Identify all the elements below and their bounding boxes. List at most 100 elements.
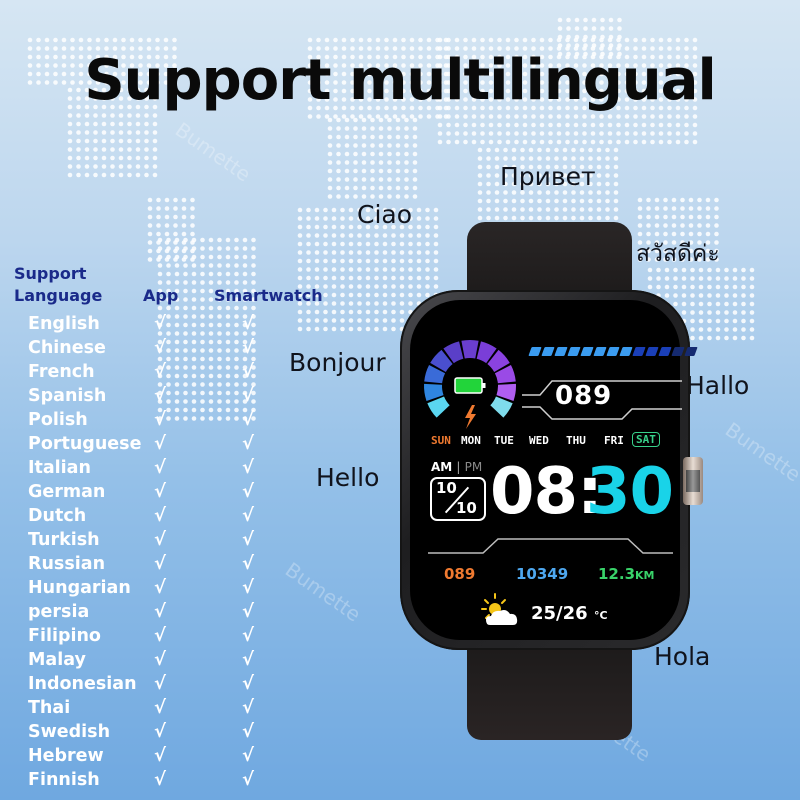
language-row: Hebrew √ √ xyxy=(28,744,288,768)
map-dot xyxy=(582,114,587,119)
map-dot xyxy=(663,197,668,203)
map-dot xyxy=(340,216,345,221)
map-dot xyxy=(556,37,562,43)
map-dot xyxy=(505,114,511,119)
map-dot xyxy=(93,113,98,118)
map-dot xyxy=(596,164,602,170)
map-dot xyxy=(641,114,647,119)
map-dot xyxy=(565,122,570,128)
map-dot xyxy=(156,214,161,220)
map-dot xyxy=(425,267,430,272)
map-dot xyxy=(579,215,585,221)
map-dot xyxy=(331,224,337,230)
map-dot xyxy=(336,143,341,148)
map-dot xyxy=(418,114,423,119)
greeting-italian: Ciao xyxy=(357,200,413,229)
map-dot xyxy=(715,276,721,281)
map-dot xyxy=(331,318,337,323)
map-dot xyxy=(374,241,379,247)
map-dot xyxy=(174,271,180,277)
map-dot xyxy=(408,267,413,272)
map-dot xyxy=(183,237,188,243)
app-check-icon: √ xyxy=(154,529,167,550)
map-dot xyxy=(477,190,483,195)
map-dot xyxy=(426,114,432,119)
map-dot xyxy=(190,231,195,237)
map-dot xyxy=(395,168,401,174)
map-dot xyxy=(600,26,605,31)
map-dot xyxy=(556,114,562,119)
map-dot xyxy=(173,231,178,237)
map-dot xyxy=(503,215,508,221)
map-dot xyxy=(348,207,354,213)
map-dot xyxy=(358,114,364,119)
map-dot xyxy=(110,147,115,152)
map-dot xyxy=(297,318,303,323)
map-dot xyxy=(692,139,698,145)
map-dot xyxy=(306,258,311,264)
map-dot xyxy=(327,168,333,174)
map-dot xyxy=(365,233,371,238)
map-dot xyxy=(365,284,371,289)
language-name: persia xyxy=(28,602,90,622)
map-dot xyxy=(173,197,178,203)
map-dot xyxy=(327,185,333,191)
map-dot xyxy=(613,207,619,212)
map-dot xyxy=(101,130,107,135)
map-dot xyxy=(374,301,379,306)
heart-rate-value: 089 xyxy=(444,565,476,583)
map-dot xyxy=(416,241,422,247)
map-dot xyxy=(658,37,664,43)
partly-sunny-icon xyxy=(481,593,518,625)
map-dot xyxy=(617,34,622,40)
map-dot xyxy=(554,156,559,161)
map-dot xyxy=(327,194,333,199)
map-dot xyxy=(327,134,333,140)
map-dot xyxy=(101,121,107,127)
map-dot xyxy=(433,284,439,289)
map-dot xyxy=(732,335,738,341)
map-dot xyxy=(494,164,500,170)
map-dot xyxy=(412,168,418,174)
map-dot xyxy=(658,139,664,145)
map-dot xyxy=(382,301,388,306)
map-dot xyxy=(613,164,619,170)
map-dot xyxy=(382,258,388,264)
map-dot xyxy=(600,34,605,40)
map-dot xyxy=(641,37,647,43)
map-dot xyxy=(582,122,587,128)
map-dot xyxy=(698,301,704,307)
map-dot xyxy=(425,275,430,281)
language-name: Filipino xyxy=(28,626,101,646)
map-dot xyxy=(340,207,345,213)
map-dot xyxy=(608,17,614,23)
map-dot xyxy=(251,271,256,277)
map-dot xyxy=(348,275,354,281)
map-dot xyxy=(418,37,423,43)
map-dot xyxy=(637,214,643,220)
map-dot xyxy=(522,114,528,119)
language-row: Italian √ √ xyxy=(28,456,288,480)
map-dot xyxy=(391,326,396,332)
map-dot xyxy=(152,130,158,135)
map-dot xyxy=(684,131,689,136)
map-dot xyxy=(314,241,320,247)
map-dot xyxy=(656,284,661,290)
map-dot xyxy=(365,267,371,272)
map-dot xyxy=(605,190,610,195)
map-dot xyxy=(344,126,350,131)
language-row: Chinese √ √ xyxy=(28,336,288,360)
map-dot xyxy=(152,121,158,127)
map-dot xyxy=(331,309,337,315)
map-dot xyxy=(616,139,621,145)
app-check-icon: √ xyxy=(154,553,167,574)
map-dot xyxy=(156,231,161,237)
map-dot xyxy=(671,214,677,220)
gauge-segment xyxy=(461,340,479,359)
language-name: Malay xyxy=(28,650,86,670)
map-dot xyxy=(156,206,161,211)
map-dot xyxy=(646,206,651,211)
map-dot xyxy=(144,113,149,118)
map-dot xyxy=(463,114,468,119)
map-dot xyxy=(408,292,413,298)
